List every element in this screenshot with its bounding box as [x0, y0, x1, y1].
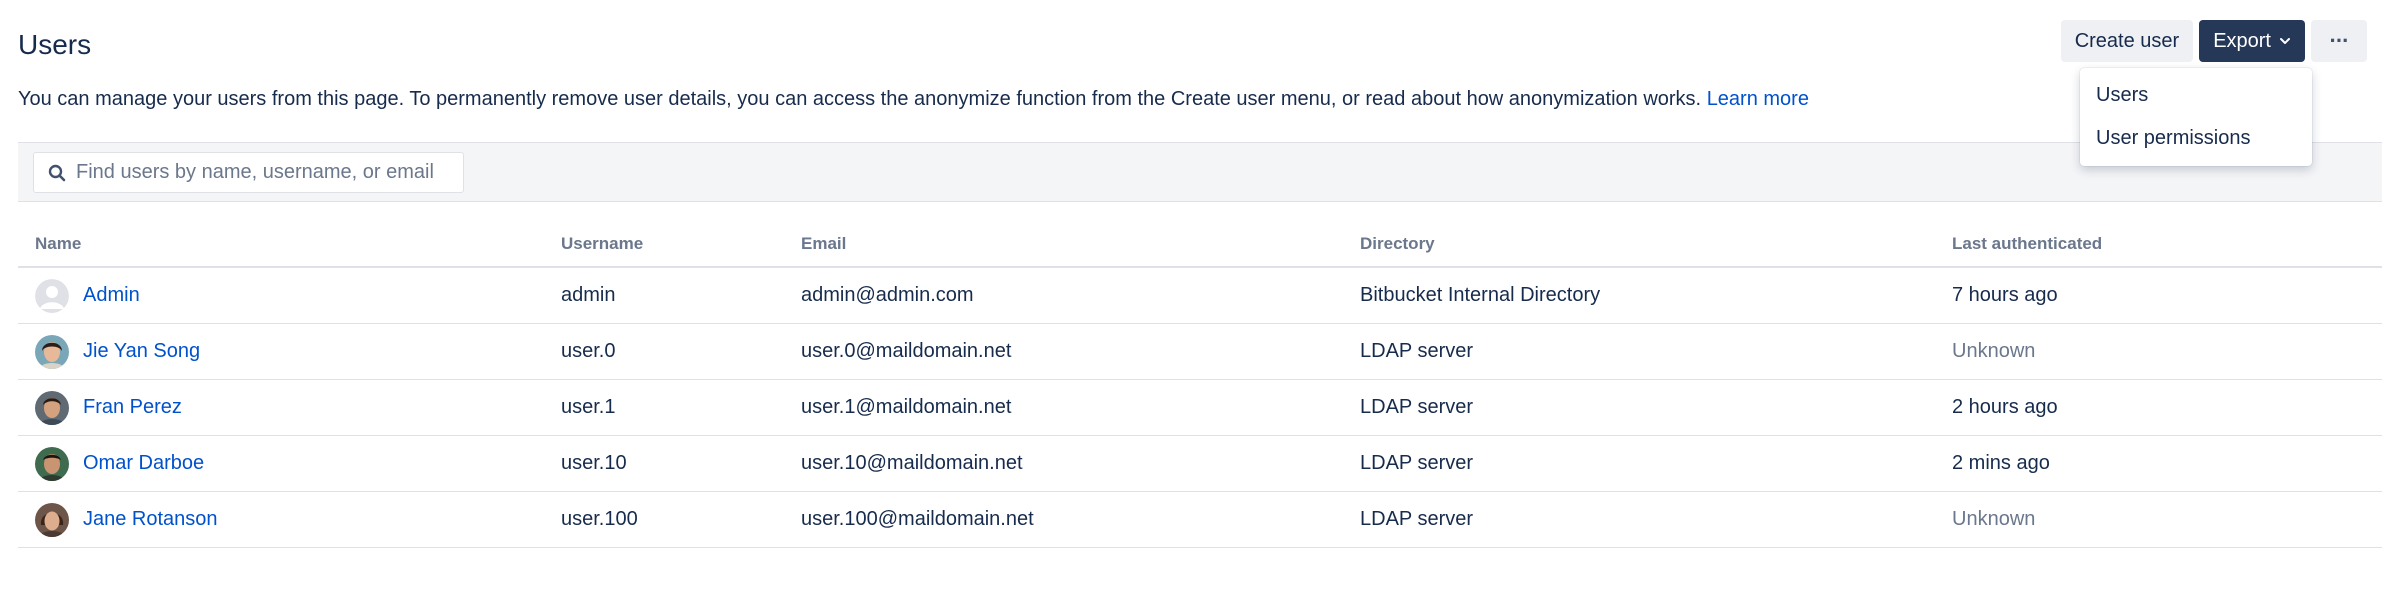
table-row: Fran Perez user.1 user.1@maildomain.net … [18, 380, 2382, 436]
directory-cell: Bitbucket Internal Directory [1360, 284, 1601, 306]
user-name-link[interactable]: Omar Darboe [83, 452, 204, 475]
page-title: Users [18, 29, 92, 60]
name-cell: Fran Perez [35, 390, 182, 425]
directory-cell: LDAP server [1360, 452, 1474, 474]
column-header-email[interactable]: Email [801, 234, 846, 254]
email-cell: user.0@maildomain.net [801, 340, 1012, 362]
email-cell: user.100@maildomain.net [801, 508, 1034, 530]
table-row: Omar Darboe user.10 user.10@maildomain.n… [18, 436, 2382, 492]
filter-bar [18, 142, 2382, 202]
header-actions: Create user Export ··· [2060, 20, 2367, 62]
user-name-link[interactable]: Admin [83, 284, 140, 307]
export-button[interactable]: Export [2199, 20, 2305, 62]
description-text: You can manage your users from this page… [18, 88, 1702, 110]
create-user-button[interactable]: Create user [2060, 20, 2194, 62]
directory-cell: LDAP server [1360, 508, 1474, 530]
last-authenticated-cell: Unknown [1952, 340, 2036, 362]
column-header-directory[interactable]: Directory [1360, 234, 1435, 254]
learn-more-link[interactable]: Learn more [1707, 88, 1809, 110]
user-avatar-icon [35, 502, 69, 537]
name-cell: Jie Yan Song [35, 334, 200, 369]
column-header-name[interactable]: Name [35, 234, 81, 254]
user-avatar-icon [35, 446, 69, 481]
username-cell: user.1 [561, 396, 616, 418]
table-row: Jie Yan Song user.0 user.0@maildomain.ne… [18, 324, 2382, 380]
email-cell: user.10@maildomain.net [801, 452, 1023, 474]
export-button-label: Export [2213, 29, 2271, 52]
last-authenticated-cell: 2 hours ago [1952, 396, 2058, 418]
more-actions-button[interactable]: ··· [2311, 20, 2367, 62]
name-cell: Jane Rotanson [35, 502, 218, 537]
column-header-username[interactable]: Username [561, 234, 643, 254]
user-name-link[interactable]: Jie Yan Song [83, 340, 200, 363]
last-authenticated-cell: 2 mins ago [1952, 452, 2050, 474]
user-name-link[interactable]: Fran Perez [83, 396, 182, 419]
user-name-link[interactable]: Jane Rotanson [83, 508, 218, 531]
name-cell: Omar Darboe [35, 446, 204, 481]
export-menu-item-user-permissions[interactable]: User permissions [2080, 117, 2312, 160]
username-cell: user.0 [561, 340, 616, 362]
search-icon [48, 164, 66, 181]
chevron-down-icon [2280, 38, 2290, 44]
last-authenticated-cell: Unknown [1952, 508, 2036, 530]
last-authenticated-cell: 7 hours ago [1952, 284, 2058, 306]
users-page: Users Create user Export ··· Users User … [0, 0, 2400, 602]
search-box [33, 152, 464, 193]
email-cell: user.1@maildomain.net [801, 396, 1012, 418]
table-header: Name Username Email Directory Last authe… [18, 222, 2382, 268]
directory-cell: LDAP server [1360, 340, 1474, 362]
table-row: Jane Rotanson user.100 user.100@maildoma… [18, 492, 2382, 548]
users-table: Name Username Email Directory Last authe… [18, 222, 2382, 548]
user-avatar-icon [35, 390, 69, 425]
username-cell: admin [561, 284, 616, 306]
search-input[interactable] [76, 161, 456, 184]
username-cell: user.100 [561, 508, 638, 530]
page-description: You can manage your users from this page… [18, 86, 1809, 112]
export-menu: Users User permissions [2080, 68, 2312, 166]
directory-cell: LDAP server [1360, 396, 1474, 418]
name-cell: Admin [35, 278, 140, 313]
table-row: Admin admin admin@admin.com Bitbucket In… [18, 268, 2382, 324]
user-avatar-icon [35, 334, 69, 369]
export-menu-item-users[interactable]: Users [2080, 74, 2312, 117]
column-header-last-authenticated[interactable]: Last authenticated [1952, 234, 2102, 254]
username-cell: user.10 [561, 452, 627, 474]
default-avatar-icon [35, 278, 69, 313]
more-icon: ··· [2329, 28, 2350, 53]
email-cell: admin@admin.com [801, 284, 974, 306]
